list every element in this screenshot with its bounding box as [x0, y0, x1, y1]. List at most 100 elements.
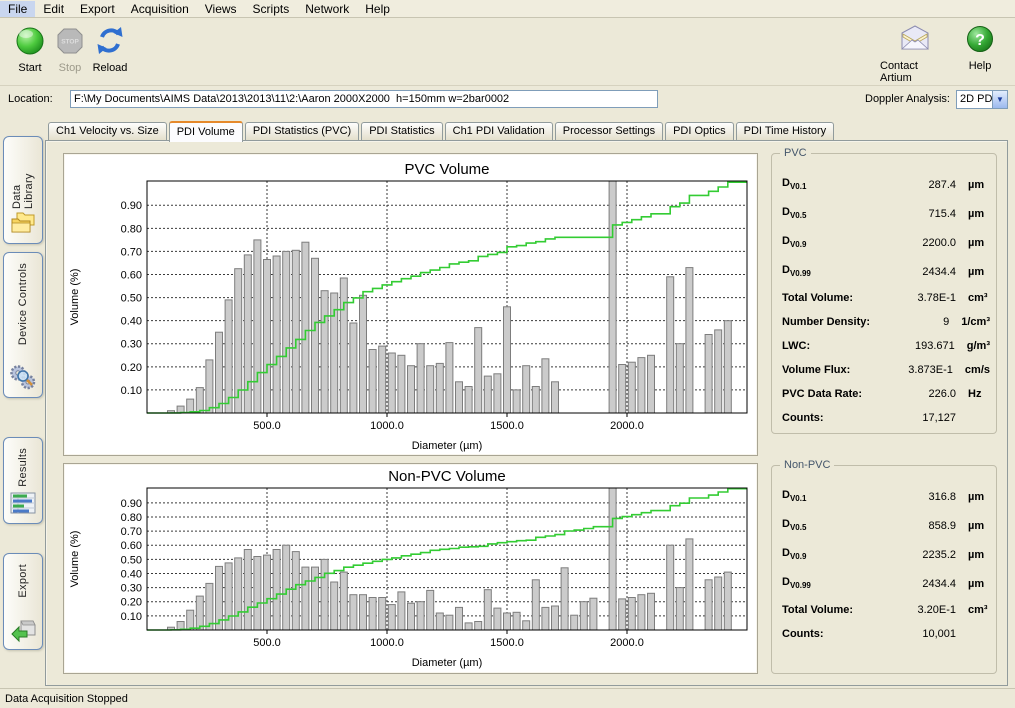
tab-pdi-volume[interactable]: PDI Volume [169, 121, 243, 142]
doppler-analysis-select[interactable]: 2D PDI ▼ [956, 90, 1008, 109]
toolbar: Start STOP Stop Reload [0, 18, 1015, 86]
chart-title: PVC Volume [404, 161, 489, 178]
app-window: { "menu": { "items": ["File","Edit","Exp… [0, 0, 1015, 708]
contact-artium-label: Contact Artium [880, 60, 950, 84]
pvc-stats-rows: DV0.1287.4µmDV0.5715.4µmDV0.92200.0µmDV0… [782, 170, 990, 430]
non-pvc-volume-chart: Non-PVC VolumeVolume (%)0.100.200.300.40… [63, 463, 758, 674]
stat-label: Counts: [782, 628, 886, 640]
stat-label: Number Density: [782, 316, 882, 328]
menu-item-export[interactable]: Export [72, 1, 123, 17]
x-axis-label: Diameter (µm) [412, 440, 483, 452]
tab-ch1-velocity-vs-size[interactable]: Ch1 Velocity vs. Size [48, 122, 167, 141]
stat-unit: cm³ [968, 604, 988, 616]
tab-pdi-time-history[interactable]: PDI Time History [736, 122, 835, 141]
stat-row: Counts:10,001 [782, 622, 990, 646]
tab-pdi-statistics-pvc[interactable]: PDI Statistics (PVC) [245, 122, 359, 141]
contact-artium-button[interactable]: Contact Artium [880, 24, 950, 82]
doppler-selected-value: 2D PDI [957, 91, 992, 108]
svg-text:500.0: 500.0 [253, 420, 281, 432]
menu-item-views[interactable]: Views [197, 1, 245, 17]
stat-value: 3.20E-1 [886, 604, 956, 616]
svg-text:0.30: 0.30 [121, 583, 142, 595]
stat-label: LWC: [782, 340, 885, 352]
stat-value: 3.78E-1 [886, 292, 956, 304]
sidebar-item-export[interactable]: Export [3, 553, 43, 650]
tab-pdi-optics[interactable]: PDI Optics [665, 122, 734, 141]
svg-text:0.40: 0.40 [121, 568, 142, 580]
sidebar-item-device-controls[interactable]: Device Controls [3, 252, 43, 398]
stat-unit: µm [968, 208, 984, 220]
menu-item-edit[interactable]: Edit [35, 1, 72, 17]
svg-text:?: ? [975, 32, 985, 49]
stat-label: DV0.9 [782, 547, 886, 561]
y-axis-label: Volume (%) [69, 269, 81, 326]
tab-page-pdi-volume: PVC Volume Volume (%) 0.10 0.20 0.30 0.40 0.50… [45, 140, 1008, 686]
svg-text:0.60: 0.60 [121, 269, 142, 281]
stat-row: PVC Data Rate:226.0Hz [782, 382, 990, 406]
location-label: Location: [8, 93, 53, 105]
menu-item-network[interactable]: Network [297, 1, 357, 17]
menu-item-acquisition[interactable]: Acquisition [123, 1, 197, 17]
svg-text:0.70: 0.70 [121, 526, 142, 538]
help-button[interactable]: ? Help [960, 24, 1000, 82]
menu-item-scripts[interactable]: Scripts [245, 1, 298, 17]
svg-text:0.30: 0.30 [121, 339, 142, 351]
stop-icon: STOP [54, 24, 86, 59]
stat-value: 17,127 [886, 412, 956, 424]
stat-label: Total Volume: [782, 292, 886, 304]
menu-item-help[interactable]: Help [357, 1, 398, 17]
svg-text:2000.0: 2000.0 [610, 420, 644, 432]
location-input[interactable] [70, 90, 658, 108]
svg-text:0.10: 0.10 [121, 385, 142, 397]
stat-label: DV0.1 [782, 489, 886, 503]
svg-text:0.50: 0.50 [121, 554, 142, 566]
stat-value: 858.9 [886, 520, 956, 532]
stat-unit: µm [968, 179, 984, 191]
reload-button[interactable]: Reload [84, 24, 136, 82]
svg-text:0.90: 0.90 [121, 498, 142, 510]
stat-value: 193.671 [885, 340, 955, 352]
svg-text:1000.0: 1000.0 [370, 420, 404, 432]
stat-unit: g/m³ [967, 340, 990, 352]
status-text: Data Acquisition Stopped [5, 693, 128, 705]
stat-label: Total Volume: [782, 604, 886, 616]
y-axis-label: Volume (%) [69, 531, 81, 588]
stat-row: Total Volume:3.78E-1cm³ [782, 286, 990, 310]
pvc-groupbox-title: PVC [780, 147, 811, 159]
stat-unit: µm [968, 549, 984, 561]
tab-ch1-pdi-validation[interactable]: Ch1 PDI Validation [445, 122, 553, 141]
svg-text:0.50: 0.50 [121, 293, 142, 305]
stat-unit: µm [968, 578, 984, 590]
stat-row: Number Density:91/cm³ [782, 310, 990, 334]
menu-bar: FileEditExportAcquisitionViewsScriptsNet… [0, 0, 1015, 18]
tab-pdi-statistics[interactable]: PDI Statistics [361, 122, 442, 141]
stat-row: DV0.92200.0µm [782, 228, 990, 257]
stat-label: DV0.9 [782, 235, 886, 249]
combo-dropdown-arrow-icon[interactable]: ▼ [992, 91, 1007, 108]
start-icon [14, 24, 46, 59]
start-label: Start [18, 62, 41, 74]
sidebar-item-results[interactable]: Results [3, 437, 43, 524]
folders-icon [9, 209, 37, 237]
stat-value: 715.4 [886, 208, 956, 220]
export-arrow-icon [9, 615, 37, 643]
sidebar-item-data-library[interactable]: Data Library [3, 136, 43, 244]
stat-label: DV0.1 [782, 177, 886, 191]
svg-text:1500.0: 1500.0 [490, 420, 524, 432]
stat-value: 9 [882, 316, 949, 328]
stat-unit: µm [968, 266, 984, 278]
tab-processor-settings[interactable]: Processor Settings [555, 122, 663, 141]
svg-text:0.80: 0.80 [121, 223, 142, 235]
status-bar: Data Acquisition Stopped [0, 688, 1015, 708]
reload-icon [94, 24, 126, 59]
stat-value: 10,001 [886, 628, 956, 640]
stat-value: 2200.0 [886, 237, 956, 249]
stat-value: 2434.4 [886, 266, 956, 278]
stat-label: Volume Flux: [782, 364, 884, 376]
stat-value: 287.4 [886, 179, 956, 191]
sidebar-item-label: Export [17, 564, 29, 598]
svg-text:0.20: 0.20 [121, 597, 142, 609]
menu-item-file[interactable]: File [0, 1, 35, 17]
svg-text:0.60: 0.60 [121, 540, 142, 552]
chart-title: Non-PVC Volume [388, 468, 506, 485]
